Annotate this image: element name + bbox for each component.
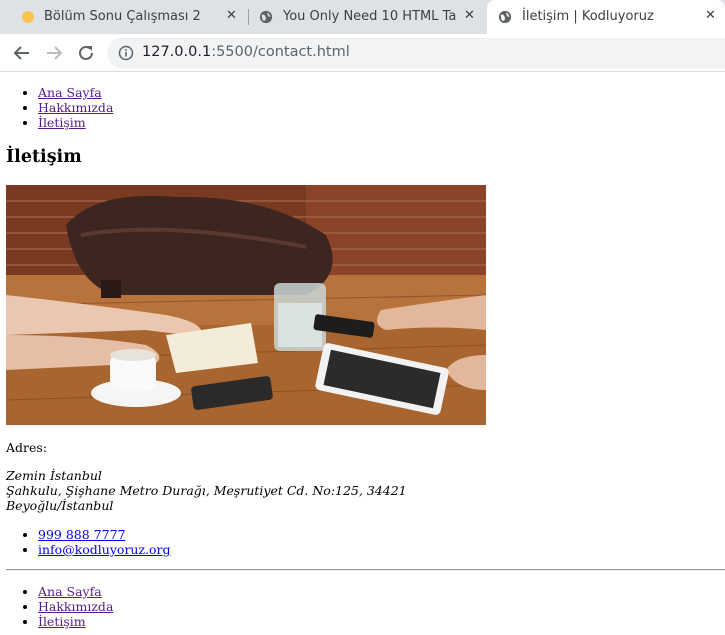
globe-icon [259,10,273,24]
tab-iletisim[interactable]: İletişim | Kodluyoruz ✕ [487,0,725,34]
footer-nav: Ana Sayfa Hakkımızda İletişim [0,584,113,629]
meeting-table-photo [6,185,486,425]
footer-link-ana-sayfa[interactable]: Ana Sayfa [38,584,102,599]
address-label: Adres: [6,440,48,455]
close-tab-icon[interactable]: ✕ [464,8,475,23]
page-favicon-icon [22,11,34,23]
horizontal-rule [6,569,725,571]
tab-title: İletişim | Kodluyoruz [522,9,654,24]
address-line: Beyoğlu/İstanbul [6,498,114,513]
footer-link-iletisim[interactable]: İletişim [38,614,86,629]
forward-arrow-icon[interactable] [44,43,64,63]
back-arrow-icon[interactable] [12,43,32,63]
nav-item: İletişim [38,614,113,629]
address-line: Şahkulu, Şişhane Metro Durağı, Meşrutiye… [6,483,407,498]
nav-item: Hakkımızda [38,599,113,614]
contact-item: info@kodluyoruz.org [38,542,171,557]
tab-title: Bölüm Sonu Çalışması 2 [44,9,201,24]
close-tab-icon[interactable]: ✕ [226,8,237,23]
page-title: İletişim [6,147,82,167]
reload-icon[interactable] [76,43,96,63]
nav-item: Hakkımızda [38,100,113,115]
tab-title: You Only Need 10 HTML Ta [283,9,457,24]
nav-link-hakkimizda[interactable]: Hakkımızda [38,100,113,115]
tab-bar: Bölüm Sonu Çalışması 2 ✕ You Only Need 1… [0,0,725,34]
url-path: :5500/contact.html [211,44,350,60]
nav-item: İletişim [38,115,113,130]
top-nav: Ana Sayfa Hakkımızda İletişim [0,85,113,130]
globe-icon [498,10,512,24]
tab-html-tags[interactable]: You Only Need 10 HTML Ta ✕ [249,0,485,34]
footer-link-hakkimizda[interactable]: Hakkımızda [38,599,113,614]
info-icon[interactable] [118,45,134,61]
contact-item: 999 888 7777 [38,527,171,542]
page-content: Ana Sayfa Hakkımızda İletişim İletişim [0,72,725,635]
close-tab-icon[interactable]: ✕ [705,8,716,23]
url-text: 127.0.0.1:5500/contact.html [142,44,350,60]
nav-link-iletisim[interactable]: İletişim [38,115,86,130]
address-block: Zemin İstanbul Şahkulu, Şişhane Metro Du… [6,468,407,513]
address-line: Zemin İstanbul [6,468,102,483]
phone-link[interactable]: 999 888 7777 [38,527,125,542]
url-host: 127.0.0.1 [142,44,212,60]
nav-link-ana-sayfa[interactable]: Ana Sayfa [38,85,102,100]
address-bar[interactable]: 127.0.0.1:5500/contact.html [107,38,725,68]
nav-item: Ana Sayfa [38,85,113,100]
email-link[interactable]: info@kodluyoruz.org [38,542,171,557]
nav-item: Ana Sayfa [38,584,113,599]
contact-list: 999 888 7777 info@kodluyoruz.org [0,527,171,557]
photo-illustration [6,185,486,425]
browser-toolbar: 127.0.0.1:5500/contact.html [0,34,725,72]
tab-bolum-sonu[interactable]: Bölüm Sonu Çalışması 2 ✕ [8,0,248,34]
